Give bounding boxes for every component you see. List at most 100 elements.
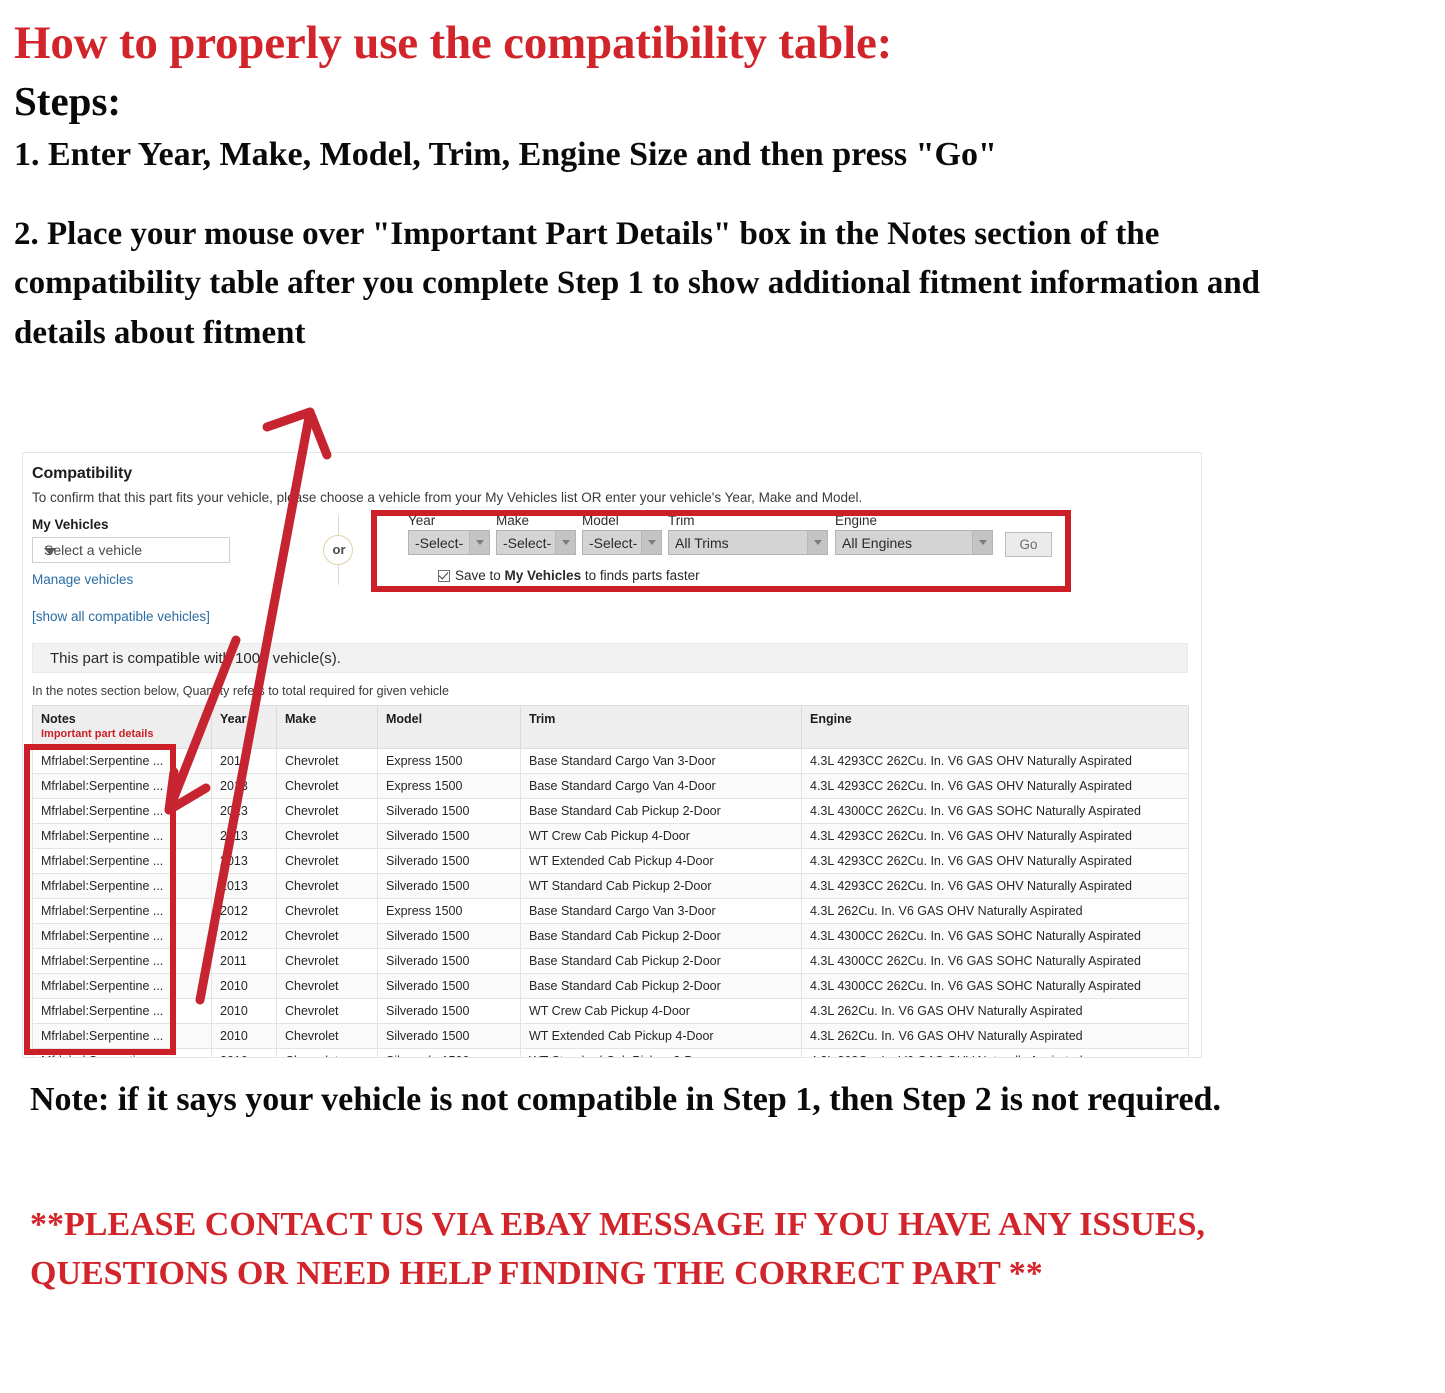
cell-year: 2010 — [211, 1048, 277, 1057]
table-row: Mfrlabel:Serpentine ...2010ChevroletSilv… — [32, 1023, 1189, 1049]
cell-make: Chevrolet — [276, 898, 378, 924]
cell-make: Chevrolet — [276, 773, 378, 799]
table-row: Mfrlabel:Serpentine ...2010ChevroletSilv… — [32, 1048, 1189, 1057]
table-row: Mfrlabel:Serpentine ...2010ChevroletSilv… — [32, 973, 1189, 999]
cell-make: Chevrolet — [276, 848, 378, 874]
cell-trim: Base Standard Cab Pickup 2-Door — [520, 948, 802, 974]
my-vehicles-label: My Vehicles — [32, 517, 109, 532]
cell-model: Express 1500 — [377, 898, 521, 924]
cell-trim: WT Crew Cab Pickup 4-Door — [520, 823, 802, 849]
cell-engine: 4.3L 262Cu. In. V6 GAS OHV Naturally Asp… — [801, 1023, 1189, 1049]
cell-model: Silverado 1500 — [377, 998, 521, 1024]
table-row: Mfrlabel:Serpentine ... 2011 Chevrolet Silv… — [32, 948, 1189, 974]
compatible-count-text: This part is compatible with 1000 vehicl… — [50, 650, 341, 667]
cell-year: 2012 — [211, 923, 277, 949]
cell-model: Silverado 1500 — [377, 923, 521, 949]
cell-trim: WT Standard Cab Pickup 2-Door — [520, 1048, 802, 1057]
cell-year: 2010 — [211, 973, 277, 999]
compatible-count-banner: This part is compatible with 1000 vehicl… — [32, 643, 1188, 673]
column-header-notes: Notes Important part details — [32, 705, 212, 749]
or-badge: or — [323, 535, 353, 565]
cell-year: 2013 — [211, 848, 277, 874]
cell-model: Express 1500 — [377, 773, 521, 799]
table-row: Mfrlabel:Serpentine ... 2013 Chevrolet Silv… — [32, 873, 1189, 899]
note-text: Note: if it says your vehicle is not com… — [30, 1081, 1221, 1118]
column-header-model: Model — [377, 705, 521, 749]
cell-trim: Base Standard Cargo Van 3-Door — [520, 748, 802, 774]
cell-engine: 4.3L 262Cu. In. V6 GAS OHV Naturally Asp… — [801, 898, 1189, 924]
cell-engine: 4.3L 4293CC 262Cu. In. V6 GAS OHV Natura… — [801, 848, 1189, 874]
cell-year: 2013 — [211, 748, 277, 774]
cell-year: 2013 — [211, 873, 277, 899]
or-separator: or — [313, 515, 365, 585]
cell-model: Silverado 1500 — [377, 973, 521, 999]
cell-model: Silverado 1500 — [377, 798, 521, 824]
table-row: Mfrlabel:Serpentine ... 2013 Chevrolet Expr… — [32, 773, 1189, 799]
instructions-block: How to properly use the compatibility ta… — [14, 0, 1429, 358]
column-header-make: Make — [276, 705, 378, 749]
cell-trim: Base Standard Cab Pickup 2-Door — [520, 798, 802, 824]
cell-year: 2010 — [211, 1023, 277, 1049]
cell-make: Chevrolet — [276, 798, 378, 824]
cell-year: 2013 — [211, 773, 277, 799]
step-1-text: 1. Enter Year, Make, Model, Trim, Engine… — [14, 135, 997, 173]
cell-engine: 4.3L 4293CC 262Cu. In. V6 GAS OHV Natura… — [801, 873, 1189, 899]
show-all-compatible-vehicles-link[interactable]: [show all compatible vehicles] — [32, 609, 210, 624]
cell-make: Chevrolet — [276, 948, 378, 974]
cell-model: Silverado 1500 — [377, 948, 521, 974]
table-header-row: Notes Important part details Year Make M… — [32, 705, 1189, 749]
cell-trim: WT Extended Cab Pickup 4-Door — [520, 848, 802, 874]
my-vehicles-select[interactable]: Select a vehicle — [32, 537, 230, 563]
notes-highlight-box — [24, 744, 176, 1055]
cell-engine: 4.3L 4293CC 262Cu. In. V6 GAS OHV Natura… — [801, 748, 1189, 774]
cell-year: 2010 — [211, 998, 277, 1024]
cell-trim: Base Standard Cargo Van 4-Door — [520, 773, 802, 799]
my-vehicles-select-value: Select a vehicle — [44, 542, 143, 558]
cell-trim: WT Standard Cab Pickup 2-Door — [520, 873, 802, 899]
notes-header-label: Notes — [41, 712, 76, 726]
or-label: or — [332, 542, 346, 557]
cell-engine: 4.3L 4300CC 262Cu. In. V6 GAS SOHC Natur… — [801, 923, 1189, 949]
up-arrow-head — [262, 407, 332, 460]
compatibility-subtitle: To confirm that this part fits your vehi… — [32, 490, 863, 505]
cell-engine: 4.3L 4300CC 262Cu. In. V6 GAS SOHC Natur… — [801, 798, 1189, 824]
compatibility-table-body: Mfrlabel:Serpentine ... 2013 Chevrolet Expr… — [32, 748, 1189, 1057]
cell-engine: 4.3L 262Cu. In. V6 GAS OHV Naturally Asp… — [801, 998, 1189, 1024]
cell-year: 2013 — [211, 823, 277, 849]
cell-year: 2012 — [211, 898, 277, 924]
compatibility-heading: Compatibility — [32, 465, 133, 482]
contact-text: **PLEASE CONTACT US VIA EBAY MESSAGE IF … — [30, 1206, 1205, 1293]
important-part-details-label: Important part details — [41, 728, 154, 740]
cell-trim: Base Standard Cargo Van 3-Door — [520, 898, 802, 924]
table-row: Mfrlabel:Serpentine ... 2013 Chevrolet Silv… — [32, 848, 1189, 874]
cell-engine: 4.3L 4293CC 262Cu. In. V6 GAS OHV Natura… — [801, 773, 1189, 799]
chevron-down-icon — [44, 548, 56, 555]
cell-trim: Base Standard Cab Pickup 2-Door — [520, 923, 802, 949]
cell-make: Chevrolet — [276, 823, 378, 849]
quantity-note: In the notes section below, Quantity ref… — [32, 684, 449, 698]
cell-trim: WT Extended Cab Pickup 4-Door — [520, 1023, 802, 1049]
cell-trim: WT Crew Cab Pickup 4-Door — [520, 998, 802, 1024]
cell-engine: 4.3L 4293CC 262Cu. In. V6 GAS OHV Natura… — [801, 823, 1189, 849]
cell-model: Silverado 1500 — [377, 823, 521, 849]
compatibility-table: Notes Important part details Year Make M… — [32, 705, 1189, 1057]
cell-make: Chevrolet — [276, 973, 378, 999]
page-title: How to properly use the compatibility ta… — [14, 17, 893, 69]
cell-make: Chevrolet — [276, 1023, 378, 1049]
manage-vehicles-link[interactable]: Manage vehicles — [32, 572, 133, 587]
steps-label: Steps: — [14, 77, 122, 124]
table-row: Mfrlabel:Serpentine ... 2012 Chevrolet Expr… — [32, 898, 1189, 924]
cell-make: Chevrolet — [276, 748, 378, 774]
table-row: Mfrlabel:Serpentine ... 2013 Chevrolet Silv… — [32, 823, 1189, 849]
cell-model: Express 1500 — [377, 748, 521, 774]
step-2-text: 2. Place your mouse over "Important Part… — [14, 215, 1261, 351]
column-header-engine: Engine — [801, 705, 1189, 749]
table-row: Mfrlabel:Serpentine ... 2013 Chevrolet Silv… — [32, 798, 1189, 824]
cell-model: Silverado 1500 — [377, 1048, 521, 1057]
table-row: Mfrlabel:Serpentine ... 2013 Chevrolet Expr… — [32, 748, 1189, 774]
table-row: Mfrlabel:Serpentine ... 2012 Chevrolet Silv… — [32, 923, 1189, 949]
cell-make: Chevrolet — [276, 1048, 378, 1057]
table-row: Mfrlabel:Serpentine ...2010ChevroletSilv… — [32, 998, 1189, 1024]
cell-make: Chevrolet — [276, 873, 378, 899]
column-header-trim: Trim — [520, 705, 802, 749]
